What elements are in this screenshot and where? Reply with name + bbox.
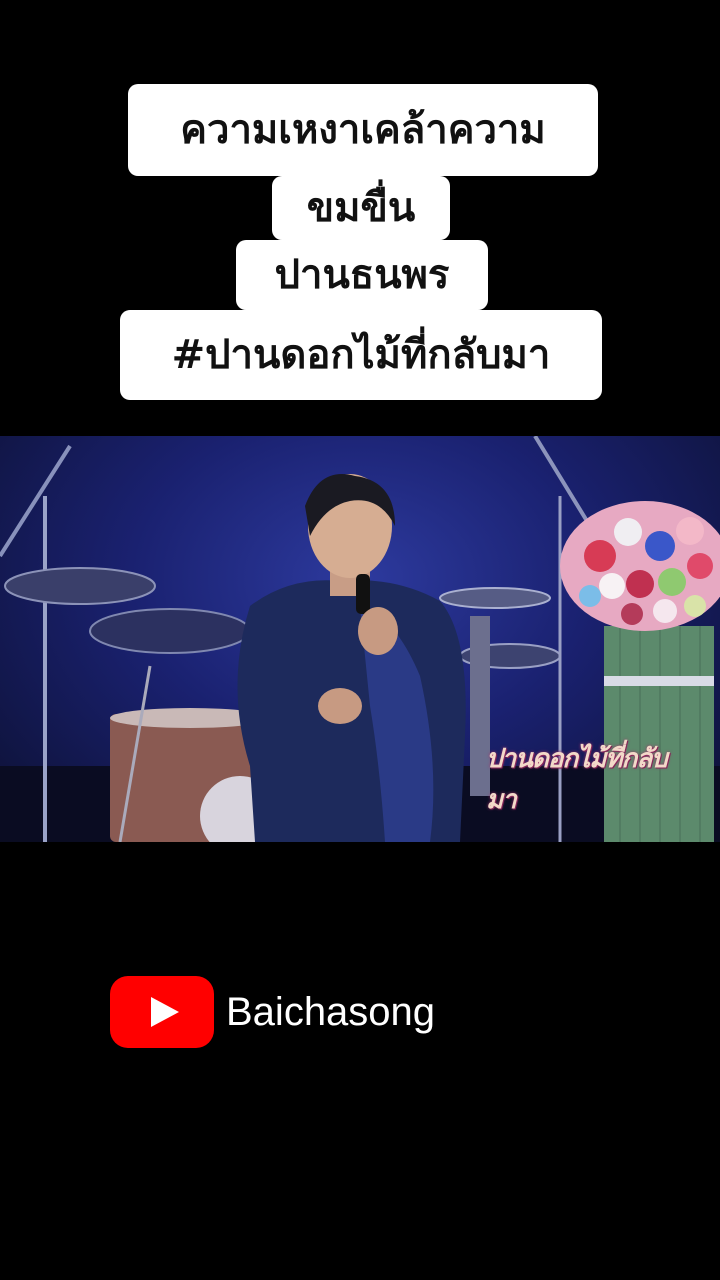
caption-line-1: ความเหงาเคล้าความ [128,84,598,176]
caption-line-3: ปานธนพร [236,240,488,310]
channel-name[interactable]: Baichasong [226,990,435,1035]
show-watermark: ปานดอกไม้ที่กลับมา [486,744,668,815]
youtube-icon[interactable] [110,976,214,1048]
caption-hashtag[interactable]: #ปานดอกไม้ที่กลับมา [120,310,602,400]
channel-credit[interactable]: Baichasong [110,976,435,1048]
video-frame[interactable]: ปานดอกไม้ที่กลับมา [0,436,720,842]
caption-line-2: ขมขื่น [272,176,450,240]
